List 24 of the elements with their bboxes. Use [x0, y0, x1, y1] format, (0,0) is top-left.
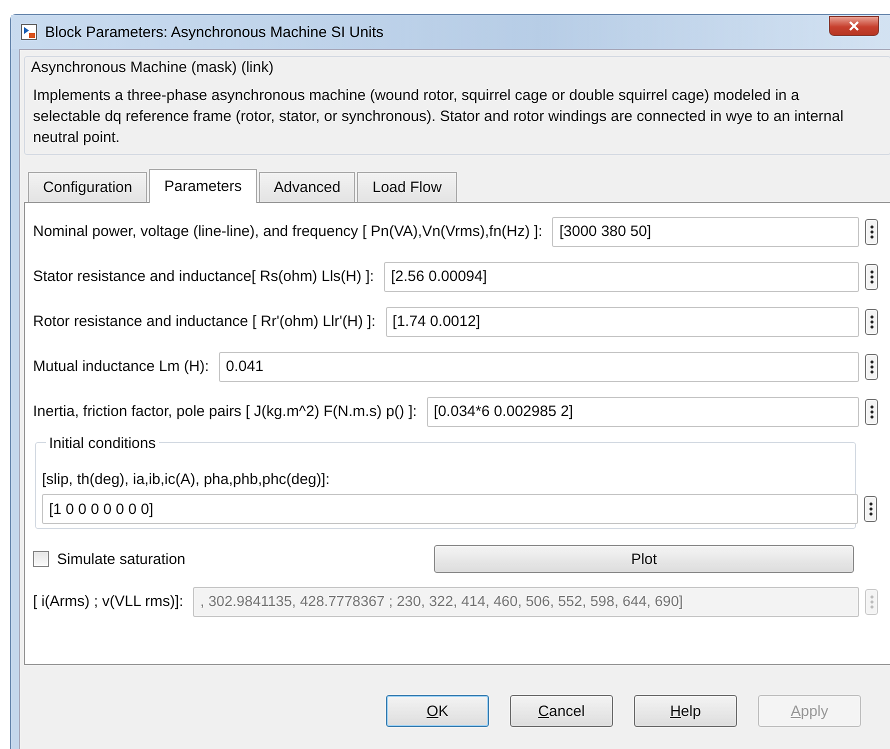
input-field[interactable]: [3000 380 50]: [552, 216, 859, 246]
input-field[interactable]: [0.034*6 0.002985 2]: [426, 396, 859, 426]
tab[interactable]: Advanced: [258, 172, 356, 202]
dialog-button[interactable]: OK: [386, 695, 489, 727]
window-title: Block Parameters: Asynchronous Machine SI Units: [45, 24, 384, 40]
dialog-button[interactable]: Help: [634, 695, 737, 727]
parameter-label: [ i(Arms) ; v(VLL rms)]:: [33, 593, 184, 610]
tab[interactable]: Parameters: [149, 169, 257, 203]
input-field[interactable]: 0.041: [218, 352, 859, 382]
parameter-label: Nominal power, voltage (line-line), and frequency [ Pn(VA),Vn(Vrms),fn(Hz) ]:: [33, 223, 542, 240]
tab[interactable]: Configuration: [28, 172, 148, 202]
parameter-label: Inertia, friction factor, pole pairs [ J(kg.m^2) F(N.m.s) p() ]:: [33, 403, 417, 420]
input-field[interactable]: [1 0 0 0 0 0 0 0]: [42, 494, 858, 524]
input-field[interactable]: [1.74 0.0012]: [386, 306, 859, 336]
parameter-label: [slip, th(deg), ia,ib,ic(A), pha,phb,phc(deg)]:: [42, 471, 331, 488]
input-field[interactable]: [2.56 0.00094]: [384, 262, 859, 292]
description-text: Implements a three-phase asynchronous machine (wound rotor, squirrel cage or double squirrel cage) modeled in a selectable dq reference frame (rotor, stator, or synchronous). Stator and rotor windings are connected in wye to an internal neutral point.: [33, 86, 844, 148]
dialog-button[interactable]: Cancel: [510, 695, 613, 727]
tab[interactable]: Load Flow: [357, 172, 457, 202]
plot-button[interactable]: Plot: [434, 545, 854, 573]
parameter-label: Stator resistance and inductance[ Rs(ohm) Lls(H) ]:: [33, 268, 374, 285]
parameter-label: Mutual inductance Lm (H):: [33, 358, 209, 375]
checkbox-label[interactable]: Simulate saturation: [57, 550, 186, 568]
parameter-label: Rotor resistance and inductance [ Rr'(ohm) Llr'(H) ]:: [33, 313, 376, 330]
